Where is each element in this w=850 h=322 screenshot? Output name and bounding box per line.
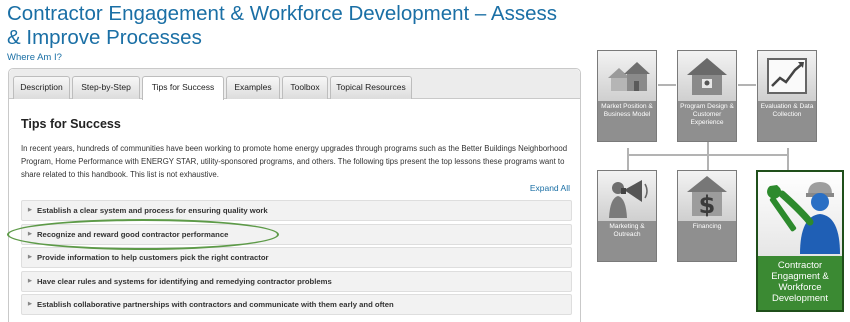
node-design-label: Program Design & Customer Experience — [680, 103, 734, 126]
node-financing-label: Financing — [692, 223, 722, 230]
tab-step-by-step[interactable]: Step-by-Step — [72, 76, 140, 99]
tab-description[interactable]: Description — [13, 76, 70, 99]
connector-line — [627, 148, 629, 170]
megaphone-icon — [598, 171, 656, 221]
page-title: Contractor Engagement & Workforce Develo… — [7, 2, 557, 49]
node-contractor-label: Contractor Engagment & Workforce Develop… — [771, 260, 829, 304]
connector-line — [707, 142, 709, 154]
tab-toolbox[interactable]: Toolbox — [282, 76, 328, 99]
node-program-design[interactable]: Program Design & Customer Experience — [677, 50, 737, 142]
tab-bar: Description Step-by-Step Tips for Succes… — [9, 69, 580, 100]
houses-icon — [598, 51, 656, 101]
tab-tips-for-success[interactable]: Tips for Success — [142, 76, 224, 100]
connector-line — [787, 148, 789, 170]
worker-wrench-icon — [758, 172, 842, 256]
connector-line — [707, 154, 709, 170]
svg-text:$: $ — [699, 191, 716, 218]
accordion-item[interactable]: ▶ Have clear rules and systems for identi… — [21, 270, 572, 292]
caret-right-icon: ▶ — [28, 254, 32, 260]
caret-right-icon: ▶ — [28, 207, 32, 213]
connector-line — [658, 84, 676, 86]
node-evaluation-label: Evaluation & Data Collection — [760, 103, 814, 118]
node-financing[interactable]: $ Financing — [677, 170, 737, 262]
accordion-item-label: Have clear rules and systems for identif… — [37, 276, 332, 286]
caret-right-icon: ▶ — [28, 230, 32, 237]
accordion-item[interactable]: ▶ Establish a clear system and process fo… — [21, 200, 572, 221]
dollar-house-icon: $ — [678, 171, 736, 221]
tab-examples[interactable]: Examples — [226, 76, 280, 99]
accordion-item-label: Establish a clear system and process for… — [37, 206, 268, 215]
expand-all-link[interactable]: Expand All — [530, 183, 570, 193]
intro-paragraph: In recent years, hundreds of communities… — [21, 144, 568, 179]
node-market-position[interactable]: Market Position & Business Model — [597, 50, 657, 142]
caret-right-icon: ▶ — [28, 301, 32, 307]
accordion-item-label: Establish collaborative partnerships wit… — [37, 300, 394, 309]
chart-icon — [758, 51, 816, 101]
section-heading: Tips for Success — [21, 117, 121, 131]
house-icon — [678, 51, 736, 101]
connector-line — [738, 84, 756, 86]
where-am-i-link[interactable]: Where Am I? — [7, 52, 62, 63]
accordion-item[interactable]: ▶ Recognize and reward good contractor pe… — [21, 223, 572, 245]
tips-accordion: ▶ Establish a clear system and process fo… — [21, 200, 572, 318]
content-panel: Description Step-by-Step Tips for Succes… — [8, 68, 581, 322]
accordion-item[interactable]: ▶ Establish collaborative partnerships wi… — [21, 294, 572, 315]
node-contractor-engagement[interactable]: Contractor Engagment & Workforce Develop… — [756, 170, 844, 312]
process-diagram: Market Position & Business Model Program… — [590, 44, 850, 322]
caret-right-icon: ▶ — [28, 277, 32, 284]
node-evaluation[interactable]: Evaluation & Data Collection — [757, 50, 817, 142]
accordion-item-label: Recognize and reward good contractor per… — [37, 229, 229, 239]
tab-topical-resources[interactable]: Topical Resources — [330, 76, 412, 99]
node-marketing[interactable]: Marketing & Outreach — [597, 170, 657, 262]
accordion-item-label: Provide information to help customers pi… — [37, 253, 269, 262]
accordion-item[interactable]: ▶ Provide information to help customers p… — [21, 247, 572, 268]
node-market-label: Market Position & Business Model — [601, 103, 653, 118]
node-marketing-label: Marketing & Outreach — [609, 223, 645, 238]
